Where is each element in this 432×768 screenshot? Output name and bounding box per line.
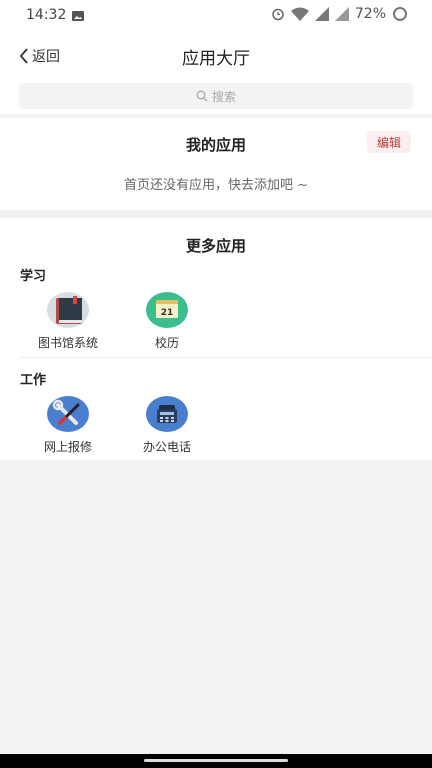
status-bar: 14:32 72% xyxy=(0,0,432,32)
app-office-phone[interactable]: 办公电话 xyxy=(122,396,212,455)
wrench-icon xyxy=(47,396,89,432)
more-apps-section: 更多应用 学习 图书馆系统 21 校历 工作 网上报修 办公电话 xyxy=(0,218,432,460)
wifi-icon xyxy=(290,7,309,21)
image-notification-icon xyxy=(72,11,84,21)
signal-icon-2 xyxy=(334,7,349,21)
app-label: 校历 xyxy=(154,336,179,350)
category-study: 学习 xyxy=(20,269,47,284)
system-nav-bar xyxy=(0,754,432,768)
app-school-calendar[interactable]: 21 校历 xyxy=(122,292,212,351)
page-title: 应用大厅 xyxy=(182,49,250,69)
top-bar: 返回 应用大厅 xyxy=(0,32,432,80)
status-time: 14:32 xyxy=(26,7,67,23)
search-input[interactable]: 搜索 xyxy=(19,83,413,109)
app-online-repair[interactable]: 网上报修 xyxy=(23,396,113,455)
battery-ring-icon xyxy=(393,7,407,21)
telephone-icon xyxy=(146,396,188,432)
app-label: 图书馆系统 xyxy=(37,336,98,350)
category-work: 工作 xyxy=(20,373,47,388)
edit-button[interactable]: 编辑 xyxy=(367,131,411,153)
book-icon xyxy=(47,292,89,328)
my-apps-empty-text: 首页还没有应用，快去添加吧 ~ xyxy=(123,178,309,193)
calendar-day: 21 xyxy=(161,308,174,318)
search-placeholder: 搜索 xyxy=(211,89,236,104)
signal-icon-1 xyxy=(314,7,329,21)
home-gesture-bar[interactable] xyxy=(144,759,288,762)
battery-percent: 72% xyxy=(354,6,386,22)
search-section: 搜索 xyxy=(0,80,432,114)
app-label: 办公电话 xyxy=(142,440,191,454)
status-icons: 72% xyxy=(271,6,408,22)
alarm-icon xyxy=(272,8,284,21)
my-apps-section: 我的应用 编辑 首页还没有应用，快去添加吧 ~ xyxy=(0,118,432,210)
app-library-system[interactable]: 图书馆系统 xyxy=(23,292,113,351)
divider xyxy=(20,357,432,358)
calendar-icon: 21 xyxy=(146,292,188,328)
more-apps-title: 更多应用 xyxy=(185,237,246,255)
search-icon xyxy=(196,90,208,102)
app-label: 网上报修 xyxy=(43,440,92,454)
